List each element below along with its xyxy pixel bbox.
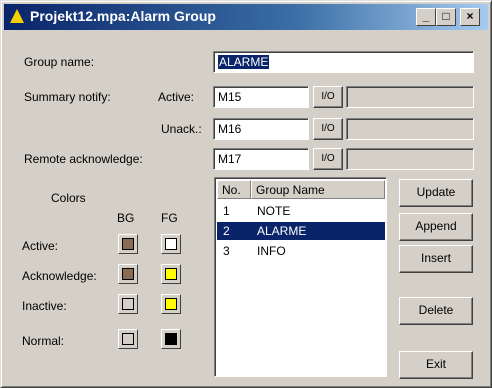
active-fg-swatch[interactable] — [161, 234, 181, 254]
normal-bg-swatch[interactable] — [118, 329, 138, 349]
active-io-button[interactable]: I/O — [313, 86, 343, 108]
list-item[interactable]: 1 NOTE — [217, 202, 385, 220]
app-icon — [10, 9, 24, 23]
insert-button[interactable]: Insert — [399, 245, 473, 273]
active-bg-swatch[interactable] — [118, 234, 138, 254]
list-item-selected[interactable]: 2 ALARME — [217, 222, 385, 240]
list-item-name: NOTE — [257, 204, 291, 218]
group-list[interactable]: No. Group Name 1 NOTE 2 ALARME 3 INFO — [214, 177, 387, 377]
acknowledge-bg-swatch[interactable] — [118, 264, 138, 284]
group-name-label: Group name: — [24, 55, 95, 69]
title-bar[interactable]: Projekt12.mpa:Alarm Group _ □ × — [4, 4, 488, 30]
color-label-acknowledge: Acknowledge: — [22, 269, 97, 283]
active-io-display — [346, 86, 474, 108]
acknowledge-fg-swatch[interactable] — [161, 264, 181, 284]
colors-title: Colors — [51, 191, 86, 205]
update-button[interactable]: Update — [399, 179, 473, 207]
color-label-normal: Normal: — [22, 334, 65, 348]
maximize-button[interactable]: □ — [436, 8, 456, 26]
unack-input[interactable]: M16 — [213, 118, 309, 140]
group-name-value: ALARME — [218, 55, 270, 69]
close-button[interactable]: × — [460, 8, 480, 26]
color-label-inactive: Inactive: — [22, 299, 67, 313]
column-header-no[interactable]: No. — [217, 180, 251, 199]
inactive-fg-swatch[interactable] — [161, 294, 181, 314]
active-notify-input[interactable]: M15 — [213, 86, 309, 108]
remote-ack-io-display — [346, 148, 474, 170]
bg-header: BG — [117, 211, 135, 225]
summary-notify-label: Summary notify: — [24, 90, 111, 104]
group-name-input[interactable]: ALARME — [213, 51, 474, 73]
list-item-no: 3 — [223, 244, 230, 258]
remote-ack-label: Remote acknowledge: — [24, 152, 143, 166]
list-item-no: 2 — [223, 224, 230, 238]
list-item-no: 1 — [223, 204, 230, 218]
column-header-group-name[interactable]: Group Name — [251, 180, 385, 199]
alarm-group-window: Projekt12.mpa:Alarm Group _ □ × Group na… — [0, 0, 492, 388]
minimize-button[interactable]: _ — [416, 8, 436, 26]
color-label-active: Active: — [22, 239, 59, 253]
inactive-bg-swatch[interactable] — [118, 294, 138, 314]
unack-io-display — [346, 118, 474, 140]
unack-label: Unack.: — [161, 122, 202, 136]
fg-header: FG — [161, 211, 178, 225]
exit-button[interactable]: Exit — [399, 351, 473, 379]
list-item-name: INFO — [257, 244, 286, 258]
normal-fg-swatch[interactable] — [161, 329, 181, 349]
unack-io-button[interactable]: I/O — [313, 118, 343, 140]
active-notify-label: Active: — [158, 90, 195, 104]
window-title: Projekt12.mpa:Alarm Group — [30, 8, 216, 24]
list-item[interactable]: 3 INFO — [217, 242, 385, 260]
delete-button[interactable]: Delete — [399, 297, 473, 325]
append-button[interactable]: Append — [399, 213, 473, 241]
list-item-name: ALARME — [257, 224, 307, 238]
remote-ack-io-button[interactable]: I/O — [313, 148, 343, 170]
remote-ack-input[interactable]: M17 — [213, 148, 309, 170]
